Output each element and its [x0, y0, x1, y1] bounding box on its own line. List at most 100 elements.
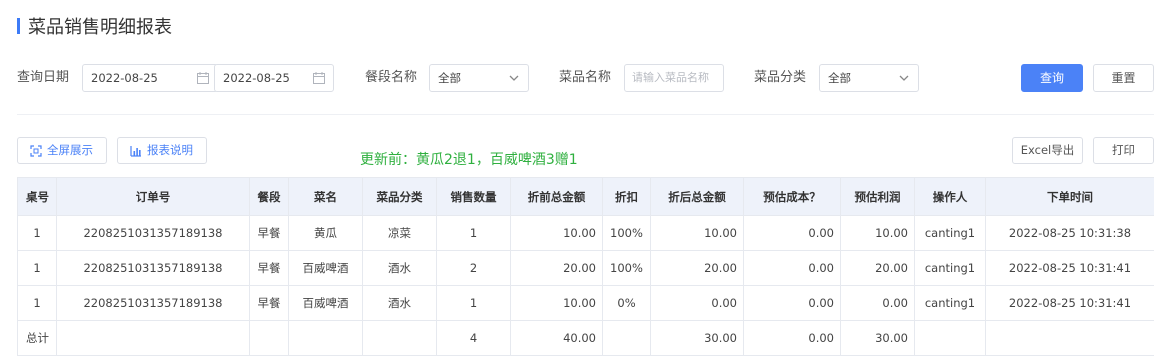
category-label: 菜品分类: [754, 70, 807, 85]
table-cell: 1: [436, 285, 511, 321]
col-header: 预估成本？: [743, 177, 841, 216]
table-cell: 30.00: [650, 320, 744, 356]
table-cell: 20.00: [840, 250, 915, 286]
col-header: 下单时间: [985, 177, 1154, 216]
table-cell: [602, 320, 651, 356]
category-select[interactable]: 全部: [819, 64, 919, 92]
col-header: 桌号: [17, 177, 57, 216]
meal-label: 餐段名称: [365, 70, 418, 85]
title-accent-bar: [17, 18, 20, 34]
table-cell: [362, 320, 437, 356]
table-cell: [56, 320, 250, 356]
table-cell: 百威啤酒: [288, 285, 363, 321]
update-note: 更新前：黄瓜2退1，百威啤酒3赠1: [360, 152, 578, 168]
table-cell: 100%: [602, 215, 651, 251]
table-cell: [249, 320, 289, 356]
table-cell: 酒水: [362, 250, 437, 286]
table-cell: 2208251031357189138: [56, 215, 250, 251]
table-cell: 0.00: [650, 285, 744, 321]
table-cell: canting1: [914, 250, 986, 286]
table-cell: [914, 320, 986, 356]
table-cell: canting1: [914, 285, 986, 321]
table-cell: 早餐: [249, 285, 289, 321]
page-header: 菜品销售明细报表: [17, 14, 172, 38]
fullscreen-label: 全屏展示: [47, 143, 93, 157]
table-cell: 早餐: [249, 215, 289, 251]
bar-chart-icon: [130, 145, 141, 157]
col-header: 菜品分类: [362, 177, 437, 216]
date-end-input[interactable]: 2022-08-25: [214, 64, 334, 92]
table-total-row: 总计 4 40.00 30.00 0.00 30.00: [17, 320, 1154, 356]
category-select-value: 全部: [828, 71, 851, 85]
table-cell: 10.00: [510, 285, 603, 321]
col-header: 订单号: [56, 177, 250, 216]
calendar-icon: [197, 72, 209, 84]
report-help-label: 报表说明: [147, 143, 193, 157]
table-cell: 酒水: [362, 285, 437, 321]
search-button[interactable]: 查询: [1021, 64, 1083, 92]
table-cell: 100%: [602, 250, 651, 286]
table-cell: 1: [17, 250, 57, 286]
col-header: 折扣: [602, 177, 651, 216]
table-cell: [288, 320, 363, 356]
table-cell: 黄瓜: [288, 215, 363, 251]
table-row: 1 2208251031357189138 早餐 百威啤酒 酒水 2 20.00…: [17, 250, 1154, 286]
table-header-row: 桌号 订单号 餐段 菜名 菜品分类 销售数量 折前总金额 折扣 折后总金额 预估…: [17, 177, 1154, 216]
col-header: 预估利润: [840, 177, 915, 216]
excel-export-button[interactable]: Excel导出: [1012, 137, 1083, 164]
meal-select[interactable]: 全部: [429, 64, 529, 92]
table-cell: 2208251031357189138: [56, 285, 250, 321]
col-header: 折前总金额: [510, 177, 603, 216]
table-cell: 1: [17, 285, 57, 321]
reset-button[interactable]: 重置: [1093, 64, 1154, 92]
fullscreen-icon: [30, 144, 42, 157]
dish-name-placeholder: 请输入菜品名称: [632, 71, 709, 84]
table-cell: [985, 320, 1154, 356]
fullscreen-button[interactable]: 全屏展示: [17, 137, 107, 164]
col-header: 菜名: [288, 177, 363, 216]
chevron-down-icon: [899, 75, 909, 81]
report-help-button[interactable]: 报表说明: [117, 137, 207, 164]
table-cell: 0.00: [743, 215, 841, 251]
table-cell: 0.00: [743, 320, 841, 356]
table-cell: 0.00: [743, 250, 841, 286]
divider: [17, 114, 1154, 115]
table-cell: 20.00: [650, 250, 744, 286]
table-row: 1 2208251031357189138 早餐 百威啤酒 酒水 1 10.00…: [17, 285, 1154, 321]
date-start-input[interactable]: 2022-08-25: [82, 64, 218, 92]
table-cell: 早餐: [249, 250, 289, 286]
col-header: 操作人: [914, 177, 986, 216]
table-row: 1 2208251031357189138 早餐 黄瓜 凉菜 1 10.00 1…: [17, 215, 1154, 251]
table-cell: 总计: [17, 320, 57, 356]
table-cell: 30.00: [840, 320, 915, 356]
col-header: 销售数量: [436, 177, 511, 216]
table-cell: 2: [436, 250, 511, 286]
meal-select-value: 全部: [438, 71, 461, 85]
table-cell: 40.00: [510, 320, 603, 356]
date-end-value: 2022-08-25: [223, 71, 290, 85]
table-cell: 2022-08-25 10:31:38: [985, 215, 1154, 251]
table-cell: 1: [436, 215, 511, 251]
col-header: 餐段: [249, 177, 289, 216]
table-cell: 2022-08-25 10:31:41: [985, 285, 1154, 321]
col-header: 折后总金额: [650, 177, 744, 216]
table-cell: 凉菜: [362, 215, 437, 251]
filter-bar: 查询日期 2022-08-25 - 2022-08-25 餐段名称 全部 菜品名…: [17, 64, 1154, 92]
date-label: 查询日期: [17, 70, 70, 85]
table-cell: 10.00: [650, 215, 744, 251]
table-cell: 1: [17, 215, 57, 251]
table-cell: 4: [436, 320, 511, 356]
table-cell: 0.00: [840, 285, 915, 321]
sales-detail-table: 桌号 订单号 餐段 菜名 菜品分类 销售数量 折前总金额 折扣 折后总金额 预估…: [17, 177, 1154, 356]
dish-name-input[interactable]: 请输入菜品名称: [624, 64, 724, 92]
table-cell: 10.00: [840, 215, 915, 251]
table-cell: 2208251031357189138: [56, 250, 250, 286]
chevron-down-icon: [509, 75, 519, 81]
table-cell: 2022-08-25 10:31:41: [985, 250, 1154, 286]
calendar-icon: [313, 72, 325, 84]
table-cell: 百威啤酒: [288, 250, 363, 286]
table-cell: 10.00: [510, 215, 603, 251]
print-button[interactable]: 打印: [1093, 137, 1154, 164]
table-cell: canting1: [914, 215, 986, 251]
table-cell: 0.00: [743, 285, 841, 321]
